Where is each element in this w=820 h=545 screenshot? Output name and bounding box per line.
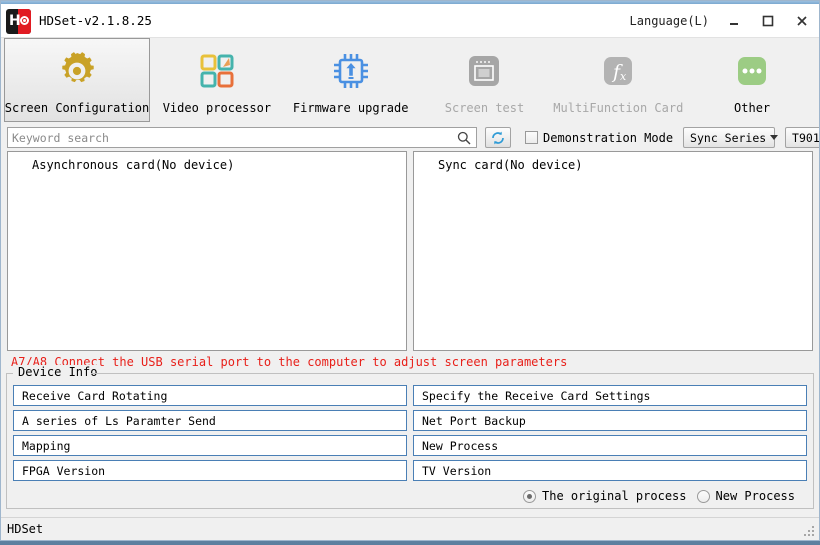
main-toolbar: Screen Configuration Video processor Fir…	[1, 38, 819, 124]
button-new-process[interactable]: New Process	[413, 435, 807, 456]
device-info-title: Device Info	[15, 365, 101, 379]
tab-multifunction-card[interactable]: f x MultiFunction Card	[551, 38, 685, 122]
four-squares-icon	[195, 47, 239, 95]
button-receive-card-rotating[interactable]: Receive Card Rotating	[13, 385, 407, 406]
screen-test-icon	[462, 47, 506, 95]
fx-icon: f x	[596, 47, 640, 95]
device-info-buttons: Receive Card Rotating A series of Ls Par…	[13, 383, 807, 481]
model-dropdown-value: T901	[792, 130, 820, 145]
title-bar: H HDSet-v2.1.8.25 Language(L)	[1, 4, 819, 38]
resize-grip-icon[interactable]	[803, 525, 816, 538]
ellipsis-icon	[730, 47, 774, 95]
maximize-button[interactable]	[751, 7, 785, 35]
tab-screen-configuration[interactable]: Screen Configuration	[4, 38, 150, 122]
radio-new-process[interactable]: New Process	[696, 489, 795, 503]
sync-card-title: Sync card(No device)	[438, 158, 583, 172]
tab-video-processor[interactable]: Video processor	[150, 38, 284, 122]
hd-logo-icon: H	[6, 8, 31, 34]
maximize-icon	[762, 15, 774, 26]
language-menu[interactable]: Language(L)	[622, 10, 717, 32]
radio-original-process-label: The original process	[542, 489, 687, 503]
refresh-icon	[492, 131, 504, 144]
radio-the-original-process[interactable]: The original process	[523, 489, 687, 503]
warning-message: A7/A8 Connect the USB serial port to the…	[11, 355, 568, 369]
tab-other[interactable]: Other	[685, 38, 819, 122]
button-fpga-version[interactable]: FPGA Version	[13, 460, 407, 481]
minimize-button[interactable]	[717, 7, 751, 35]
process-radio-group: The original process New Process	[13, 481, 807, 503]
button-net-port-backup[interactable]: Net Port Backup	[413, 410, 807, 431]
search-icon[interactable]	[456, 130, 472, 146]
tab-label-video-processor: Video processor	[162, 101, 272, 115]
tab-label-multifunction-card: MultiFunction Card	[553, 101, 684, 115]
device-info-group: Device Info Receive Card Rotating A seri…	[6, 365, 814, 509]
status-bar-text: HDSet	[7, 522, 44, 536]
tab-label-other: Other	[734, 101, 771, 115]
button-mapping[interactable]: Mapping	[13, 435, 407, 456]
card-panels: Asynchronous card(No device) Sync card(N…	[1, 151, 819, 351]
asynchronous-card-title: Asynchronous card(No device)	[32, 158, 235, 172]
search-input[interactable]	[12, 130, 456, 145]
button-a-series-of-ls-paramter-send[interactable]: A series of Ls Paramter Send	[13, 410, 407, 431]
close-button[interactable]	[785, 7, 819, 35]
demonstration-mode-control[interactable]: Demonstration Mode	[525, 131, 673, 145]
app-title: HDSet-v2.1.8.25	[39, 13, 152, 28]
minimize-icon	[730, 22, 738, 25]
device-info-right-column: Specify the Receive Card Settings Net Po…	[413, 385, 807, 481]
button-specify-the-receive-card-settings[interactable]: Specify the Receive Card Settings	[413, 385, 807, 406]
gear-icon	[55, 47, 99, 95]
search-field[interactable]	[7, 127, 477, 148]
demonstration-mode-checkbox[interactable]	[525, 131, 538, 144]
title-bar-controls: Language(L)	[622, 4, 819, 37]
sync-card-panel[interactable]: Sync card(No device)	[413, 151, 813, 351]
svg-text:x: x	[620, 70, 627, 83]
asynchronous-card-panel[interactable]: Asynchronous card(No device)	[7, 151, 407, 351]
tab-firmware-upgrade[interactable]: Firmware upgrade	[284, 38, 418, 122]
refresh-button[interactable]	[485, 127, 511, 148]
radio-original-process-indicator[interactable]	[523, 489, 537, 503]
demonstration-mode-label: Demonstration Mode	[543, 130, 674, 145]
model-dropdown[interactable]: T901	[785, 127, 820, 148]
button-tv-version[interactable]: TV Version	[413, 460, 807, 481]
tab-label-screen-test: Screen test	[444, 101, 525, 115]
tab-label-screen-configuration: Screen Configuration	[4, 101, 150, 115]
chip-upload-icon	[329, 47, 373, 95]
status-bar: HDSet	[1, 517, 819, 540]
series-dropdown[interactable]: Sync Series	[683, 127, 779, 148]
tab-label-firmware-upgrade: Firmware upgrade	[292, 101, 409, 115]
radio-new-process-label: New Process	[715, 489, 795, 503]
close-icon	[797, 15, 807, 26]
radio-new-process-indicator[interactable]	[696, 489, 710, 503]
search-toolbar: Demonstration Mode Sync Series T901	[1, 124, 819, 151]
series-dropdown-value: Sync Series	[690, 130, 767, 145]
app-window: H HDSet-v2.1.8.25 Language(L) Screen Con…	[0, 0, 820, 541]
chevron-down-icon	[770, 135, 779, 140]
device-info-left-column: Receive Card Rotating A series of Ls Par…	[13, 385, 407, 481]
tab-screen-test[interactable]: Screen test	[418, 38, 552, 122]
